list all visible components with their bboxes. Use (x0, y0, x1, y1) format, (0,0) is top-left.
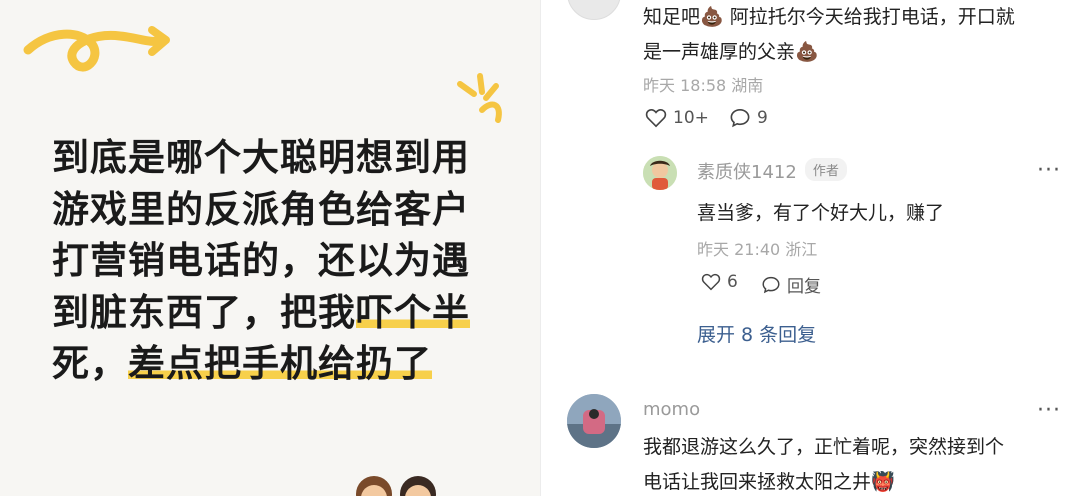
avatar-image (643, 156, 677, 190)
reply-header: 素质侠1412 作者 (697, 158, 847, 184)
more-dots-icon: ··· (1037, 398, 1061, 423)
reply-label: 回复 (787, 277, 821, 297)
expand-replies-link[interactable]: 展开 8 条回复 (697, 320, 816, 347)
post-image: 到底是哪个大聪明想到用 游戏里的反派角色给客户 打营销电话的，还以为遇 到脏东西… (0, 0, 540, 496)
post-line: 到脏东西了，把我吓个半 (52, 287, 492, 339)
reply-meta: 昨天 21:40 浙江 (697, 240, 818, 259)
more-options-button[interactable]: ··· (1037, 398, 1061, 423)
like-count: 10+ (673, 108, 709, 128)
post-highlight: 差点把手机给扔了 (128, 342, 432, 385)
swirl-decoration-icon (23, 26, 170, 72)
comment-text-line: 电话让我回来拯救太阳之井👹 (643, 471, 895, 493)
post-line-text: 死， (52, 342, 128, 385)
comment-text-line: 我都退游这么久了，正忙着呢，突然接到个 (643, 436, 1005, 458)
post-line: 到底是哪个大聪明想到用 (52, 136, 470, 179)
author-badge: 作者 (804, 158, 847, 181)
post-highlight: 吓个半 (356, 290, 470, 334)
avatar[interactable] (643, 156, 677, 190)
more-dots-icon: ··· (1037, 158, 1061, 183)
post-line: 打营销电话的，还以为遇 (52, 239, 470, 282)
avatar-image (567, 394, 621, 448)
post-line: 游戏里的反派角色给客户 (52, 187, 470, 231)
comments-panel: 知足吧💩 阿拉托尔今天给我打电话，开口就 是一声雄厚的父亲💩 昨天 18:58 … (541, 0, 1080, 496)
more-options-button[interactable]: ··· (1037, 158, 1061, 183)
post-line-text: 到脏东西了，把我 (52, 290, 356, 334)
avatar[interactable] (567, 0, 621, 20)
comment-text: 知足吧💩 阿拉托尔今天给我打电话，开口就 是一声雄厚的父亲💩 (643, 2, 1015, 64)
reply-button[interactable]: 回复 (761, 272, 821, 297)
reply-text: 喜当爹，有了个好大儿，赚了 (697, 202, 945, 224)
avatar[interactable] (567, 394, 621, 448)
comment-bubble-icon (762, 276, 780, 293)
like-count: 6 (727, 272, 738, 292)
comment-text: 我都退游这么久了，正忙着呢，突然接到个 电话让我回来拯救太阳之井👹 (643, 432, 1004, 494)
comment-text-line: 是一声雄厚的父亲💩 (643, 41, 819, 63)
post-headline: 到底是哪个大聪明想到用 游戏里的反派角色给客户 打营销电话的，还以为遇 到脏东西… (52, 132, 492, 390)
people-emoji-icon (356, 476, 436, 496)
heart-icon (701, 273, 721, 291)
post-line: 死，差点把手机给扔了 (52, 338, 492, 390)
username[interactable]: 素质侠1412 (697, 162, 797, 183)
comment-text-line: 知足吧💩 阿拉托尔今天给我打电话，开口就 (643, 6, 1015, 28)
username[interactable]: momo (643, 399, 700, 420)
heart-icon (645, 108, 667, 128)
like-button[interactable]: 10+ (645, 108, 709, 128)
like-button[interactable]: 6 (701, 272, 738, 292)
reply-count-button[interactable]: 9 (729, 108, 768, 128)
comment-meta: 昨天 18:58 湖南 (643, 76, 764, 95)
comment-bubble-icon (730, 108, 750, 128)
reply-count: 9 (757, 108, 768, 128)
sparkle-decoration-icon (457, 73, 502, 123)
